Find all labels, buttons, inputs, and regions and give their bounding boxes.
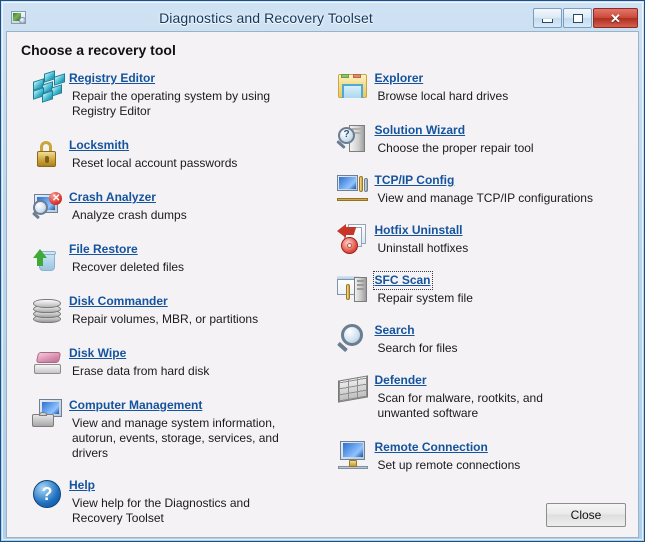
registry-editor-icon bbox=[30, 70, 64, 104]
tool-desc-locksmith: Reset local account passwords bbox=[69, 154, 304, 171]
footer-actions: Close bbox=[546, 503, 626, 527]
tool-desc-hotfix-uninstall: Uninstall hotfixes bbox=[375, 239, 610, 256]
disk-stack-icon bbox=[30, 293, 64, 327]
tool-link-help[interactable]: Help bbox=[69, 478, 95, 493]
tool-link-remote-connection[interactable]: Remote Connection bbox=[375, 440, 488, 455]
file-restore-icon bbox=[30, 241, 64, 275]
close-icon: ✕ bbox=[610, 12, 621, 25]
tool-desc-crash-analyzer: Analyze crash dumps bbox=[69, 206, 304, 223]
minimize-button[interactable] bbox=[533, 8, 562, 28]
tool-link-solution-wizard[interactable]: Solution Wizard bbox=[375, 123, 466, 138]
tool-desc-disk-wipe: Erase data from hard disk bbox=[69, 362, 304, 379]
tool-item-sfc-scan[interactable]: SFC Scan Repair system file bbox=[331, 270, 631, 306]
tool-link-hotfix-uninstall[interactable]: Hotfix Uninstall bbox=[375, 223, 463, 238]
tool-item-remote-connection[interactable]: Remote Connection Set up remote connecti… bbox=[331, 437, 631, 473]
tool-desc-explorer: Browse local hard drives bbox=[375, 87, 610, 104]
tool-item-explorer[interactable]: Explorer Browse local hard drives bbox=[331, 68, 631, 104]
tool-link-registry-editor[interactable]: Registry Editor bbox=[69, 71, 155, 86]
window-title: Diagnostics and Recovery Toolset bbox=[0, 10, 532, 26]
tool-item-crash-analyzer[interactable]: ✕ Crash Analyzer Analyze crash dumps bbox=[25, 187, 323, 223]
tool-link-file-restore[interactable]: File Restore bbox=[69, 242, 138, 257]
crash-analyzer-icon: ✕ bbox=[30, 189, 64, 223]
tool-desc-search: Search for files bbox=[375, 339, 610, 356]
tool-item-locksmith[interactable]: Locksmith Reset local account passwords bbox=[25, 135, 323, 171]
tool-link-disk-wipe[interactable]: Disk Wipe bbox=[69, 346, 126, 361]
help-question-icon: ? bbox=[30, 477, 64, 511]
tool-desc-file-restore: Recover deleted files bbox=[69, 258, 304, 275]
close-button[interactable]: Close bbox=[546, 503, 626, 527]
tool-link-locksmith[interactable]: Locksmith bbox=[69, 138, 129, 153]
tool-item-disk-commander[interactable]: Disk Commander Repair volumes, MBR, or p… bbox=[25, 291, 323, 327]
close-window-button[interactable]: ✕ bbox=[593, 8, 638, 28]
tool-desc-computer-management: View and manage system information, auto… bbox=[69, 414, 304, 461]
tool-item-file-restore[interactable]: File Restore Recover deleted files bbox=[25, 239, 323, 275]
solution-wizard-icon: ? bbox=[336, 122, 370, 156]
tool-desc-tcpip-config: View and manage TCP/IP configurations bbox=[375, 189, 630, 206]
tool-item-solution-wizard[interactable]: ? Solution Wizard Choose the proper repa… bbox=[331, 120, 631, 156]
tool-columns: Registry Editor Repair the operating sys… bbox=[7, 58, 638, 526]
computer-management-icon bbox=[30, 397, 64, 431]
minimize-icon bbox=[542, 19, 553, 23]
tool-link-computer-management[interactable]: Computer Management bbox=[69, 398, 202, 413]
maximize-icon bbox=[573, 14, 583, 23]
tool-item-search[interactable]: Search Search for files bbox=[331, 320, 631, 356]
tool-column-left: Registry Editor Repair the operating sys… bbox=[15, 64, 323, 526]
tool-desc-remote-connection: Set up remote connections bbox=[375, 456, 610, 473]
tool-link-crash-analyzer[interactable]: Crash Analyzer bbox=[69, 190, 156, 205]
sfc-scan-icon bbox=[336, 272, 370, 306]
tool-item-defender[interactable]: Defender Scan for malware, rootkits, and… bbox=[331, 370, 631, 421]
tool-item-registry-editor[interactable]: Registry Editor Repair the operating sys… bbox=[25, 68, 323, 119]
title-bar[interactable]: Diagnostics and Recovery Toolset ✕ bbox=[6, 5, 639, 31]
folder-icon bbox=[336, 70, 370, 104]
tool-item-hotfix-uninstall[interactable]: Hotfix Uninstall Uninstall hotfixes bbox=[331, 220, 631, 256]
tool-desc-registry-editor: Repair the operating system by using Reg… bbox=[69, 87, 304, 119]
remote-connection-icon bbox=[336, 439, 370, 473]
tool-desc-help: View help for the Diagnostics and Recove… bbox=[69, 494, 294, 526]
window-controls: ✕ bbox=[532, 8, 638, 28]
tool-column-right: Explorer Browse local hard drives ? bbox=[323, 64, 631, 526]
tool-item-tcpip-config[interactable]: TCP/IP Config View and manage TCP/IP con… bbox=[331, 170, 631, 206]
tool-desc-sfc-scan: Repair system file bbox=[375, 289, 610, 306]
tool-item-computer-management[interactable]: Computer Management View and manage syst… bbox=[25, 395, 323, 461]
client-area: Choose a recovery tool bbox=[6, 31, 639, 538]
tool-item-help[interactable]: ? Help View help for the Diagnostics and… bbox=[25, 475, 323, 526]
magnifier-icon bbox=[336, 322, 370, 356]
application-window: Diagnostics and Recovery Toolset ✕ Choos… bbox=[0, 0, 645, 542]
tool-link-search[interactable]: Search bbox=[375, 323, 415, 338]
tool-link-defender[interactable]: Defender bbox=[375, 373, 427, 388]
tool-link-disk-commander[interactable]: Disk Commander bbox=[69, 294, 168, 309]
maximize-button[interactable] bbox=[563, 8, 592, 28]
tcpip-config-icon bbox=[336, 172, 370, 206]
app-photo-icon bbox=[10, 9, 28, 27]
tool-desc-defender: Scan for malware, rootkits, and unwanted… bbox=[375, 389, 590, 421]
tool-desc-solution-wizard: Choose the proper repair tool bbox=[375, 139, 625, 156]
page-title: Choose a recovery tool bbox=[7, 32, 638, 58]
padlock-icon bbox=[30, 137, 64, 171]
tool-link-sfc-scan[interactable]: SFC Scan bbox=[375, 273, 431, 288]
brick-wall-icon bbox=[336, 372, 370, 406]
hotfix-uninstall-icon bbox=[336, 222, 370, 256]
tool-link-tcpip-config[interactable]: TCP/IP Config bbox=[375, 173, 455, 188]
tool-item-disk-wipe[interactable]: Disk Wipe Erase data from hard disk bbox=[25, 343, 323, 379]
tool-link-explorer[interactable]: Explorer bbox=[375, 71, 424, 86]
tool-desc-disk-commander: Repair volumes, MBR, or partitions bbox=[69, 310, 304, 327]
disk-wipe-icon bbox=[30, 345, 64, 379]
